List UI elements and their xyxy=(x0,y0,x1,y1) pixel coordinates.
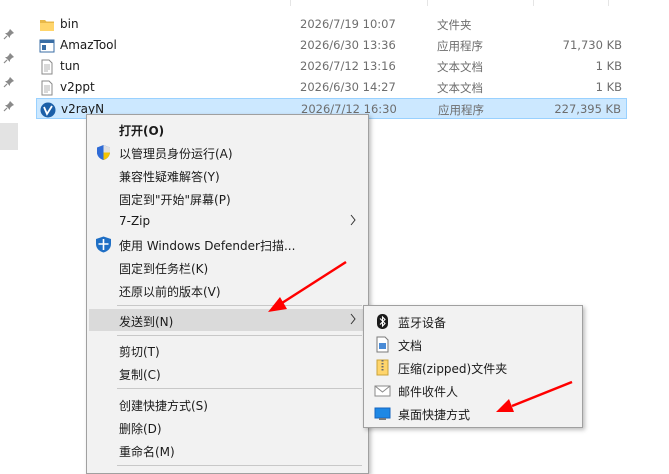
menu-item-restore-versions[interactable]: 还原以前的版本(V) xyxy=(89,279,366,301)
file-date: 2026/7/19 10:07 xyxy=(300,17,396,31)
menu-item-pin-to-start[interactable]: 固定到"开始"屏幕(P) xyxy=(89,187,366,209)
menu-item-label: 固定到任务栏(K) xyxy=(119,262,209,276)
file-type: 应用程序 xyxy=(437,39,483,53)
file-name: bin xyxy=(60,17,79,31)
menu-separator xyxy=(117,388,362,389)
menu-item-label: 剪切(T) xyxy=(119,345,160,359)
file-size: 1 KB xyxy=(595,59,622,73)
submenu-item-label: 蓝牙设备 xyxy=(398,316,447,330)
file-size: 227,395 KB xyxy=(554,102,621,116)
navigation-pane xyxy=(0,0,18,470)
menu-item-label: 还原以前的版本(V) xyxy=(119,285,221,299)
menu-item-send-to[interactable]: 发送到(N) xyxy=(89,309,366,331)
text-file-icon xyxy=(41,80,53,96)
menu-separator xyxy=(117,305,362,306)
v2rayn-icon xyxy=(40,102,56,118)
pin-icon[interactable] xyxy=(3,76,15,88)
menu-item-compatibility[interactable]: 兼容性疑难解答(Y) xyxy=(89,164,366,186)
submenu-item-label: 邮件收件人 xyxy=(398,385,459,399)
file-type: 文本文档 xyxy=(437,60,483,74)
menu-item-label: 打开(O) xyxy=(119,124,165,138)
menu-item-rename[interactable]: 重命名(M) xyxy=(89,439,366,461)
menu-item-label: 兼容性疑难解答(Y) xyxy=(119,170,220,184)
file-type: 应用程序 xyxy=(438,103,484,117)
documents-icon xyxy=(376,336,389,353)
chevron-right-icon xyxy=(350,214,356,226)
menu-item-label: 以管理员身份运行(A) xyxy=(119,147,233,161)
menu-separator xyxy=(117,335,362,336)
file-size: 1 KB xyxy=(595,80,622,94)
file-row[interactable]: v2ppt 2026/6/30 14:27 文本文档 1 KB xyxy=(36,77,627,98)
menu-item-create-shortcut[interactable]: 创建快捷方式(S) xyxy=(89,393,366,415)
mail-recipient-icon xyxy=(374,385,391,397)
file-type: 文件夹 xyxy=(437,18,472,32)
menu-item-copy[interactable]: 复制(C) xyxy=(89,362,366,384)
zip-folder-icon xyxy=(376,359,389,376)
menu-item-delete[interactable]: 删除(D) xyxy=(89,416,366,438)
menu-item-cut[interactable]: 剪切(T) xyxy=(89,339,366,361)
send-to-submenu: 蓝牙设备 文档 压缩(zipped)文件夹 邮件收件人 桌面快捷方式 xyxy=(363,305,583,428)
file-date: 2026/6/30 13:36 xyxy=(300,38,396,52)
file-date: 2026/6/30 14:27 xyxy=(300,80,396,94)
menu-item-open[interactable]: 打开(O) xyxy=(89,118,366,140)
chevron-right-icon xyxy=(350,313,356,325)
menu-item-7zip[interactable]: 7-Zip xyxy=(89,210,366,232)
file-name: AmazTool xyxy=(60,38,117,52)
menu-item-label: 删除(D) xyxy=(119,422,162,436)
app-window-icon xyxy=(39,39,55,53)
nav-item-highlight[interactable] xyxy=(0,123,18,150)
menu-item-label: 重命名(M) xyxy=(119,445,175,459)
column-header xyxy=(18,0,669,6)
submenu-item-label: 桌面快捷方式 xyxy=(398,408,471,422)
send-to-mail[interactable]: 邮件收件人 xyxy=(366,379,580,401)
send-to-desktop[interactable]: 桌面快捷方式 xyxy=(366,402,580,424)
pin-icon[interactable] xyxy=(3,100,15,112)
desktop-icon xyxy=(374,407,391,420)
uac-shield-icon xyxy=(97,145,110,160)
file-size: 71,730 KB xyxy=(562,38,622,52)
context-menu: 打开(O) 以管理员身份运行(A) 兼容性疑难解答(Y) 固定到"开始"屏幕(P… xyxy=(86,114,369,474)
pin-icon[interactable] xyxy=(3,52,15,64)
folder-icon xyxy=(40,20,54,31)
menu-item-label: 使用 Windows Defender扫描... xyxy=(119,239,296,253)
send-to-bluetooth[interactable]: 蓝牙设备 xyxy=(366,310,580,332)
file-date: 2026/7/12 13:16 xyxy=(300,59,396,73)
menu-item-label: 创建快捷方式(S) xyxy=(119,399,208,413)
menu-item-run-as-admin[interactable]: 以管理员身份运行(A) xyxy=(89,141,366,163)
menu-item-label: 固定到"开始"屏幕(P) xyxy=(119,193,231,207)
file-name: v2ppt xyxy=(60,80,95,94)
submenu-item-label: 压缩(zipped)文件夹 xyxy=(398,362,508,376)
file-row[interactable]: tun 2026/7/12 13:16 文本文档 1 KB xyxy=(36,56,627,77)
menu-item-pin-to-taskbar[interactable]: 固定到任务栏(K) xyxy=(89,256,366,278)
menu-item-defender-scan[interactable]: 使用 Windows Defender扫描... xyxy=(89,233,366,255)
menu-item-label: 复制(C) xyxy=(119,368,161,382)
send-to-documents[interactable]: 文档 xyxy=(366,333,580,355)
file-row[interactable]: AmazTool 2026/6/30 13:36 应用程序 71,730 KB xyxy=(36,35,627,56)
file-row[interactable]: bin 2026/7/19 10:07 文件夹 xyxy=(36,14,627,35)
menu-item-label: 7-Zip xyxy=(119,214,151,228)
menu-item-label: 发送到(N) xyxy=(119,315,174,329)
file-type: 文本文档 xyxy=(437,81,483,95)
send-to-zip[interactable]: 压缩(zipped)文件夹 xyxy=(366,356,580,378)
defender-shield-icon xyxy=(96,236,111,253)
pin-icon[interactable] xyxy=(3,28,15,40)
file-name: tun xyxy=(60,59,80,73)
bluetooth-icon xyxy=(377,314,388,329)
submenu-item-label: 文档 xyxy=(398,339,423,353)
menu-separator xyxy=(117,465,362,466)
text-file-icon xyxy=(41,59,53,75)
